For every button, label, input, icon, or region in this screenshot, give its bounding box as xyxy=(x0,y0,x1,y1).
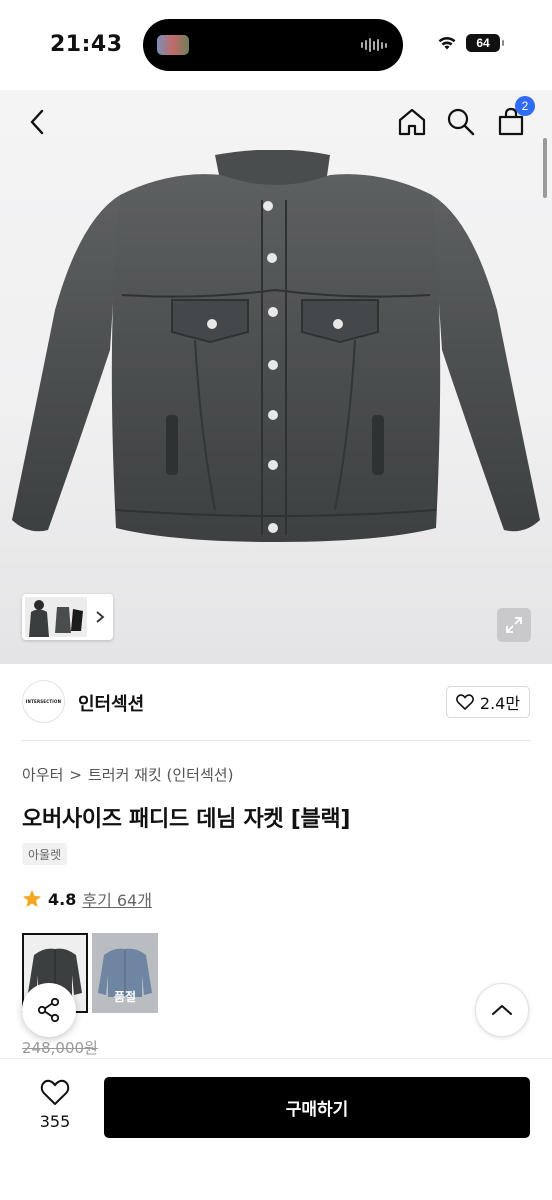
status-time: 21:43 xyxy=(50,32,123,57)
wifi-icon xyxy=(438,37,456,50)
chevron-up-icon xyxy=(492,1005,512,1015)
home-button[interactable] xyxy=(392,102,432,142)
brand-like-button[interactable]: 2.4만 xyxy=(446,686,530,718)
product-title: 오버사이즈 패디드 데님 자켓 [블랙] xyxy=(22,807,351,832)
status-bar: 21:43 64 xyxy=(0,0,552,90)
brand-name[interactable]: 인터섹션 xyxy=(78,690,144,716)
product-image xyxy=(12,150,540,542)
brand-logo[interactable]: INTERSECTION xyxy=(22,680,65,723)
rating-row: 4.8 후기 64개 xyxy=(22,887,152,911)
breadcrumb-subcategory[interactable]: 트러커 재킷 (인터섹션) xyxy=(88,764,233,785)
brand-like-count: 2.4만 xyxy=(479,694,521,713)
divider xyxy=(22,740,530,741)
dynamic-island[interactable] xyxy=(143,19,403,71)
bottom-action-bar: 355 구매하기 xyxy=(0,1058,552,1200)
thumbnail-image xyxy=(25,597,87,637)
wishlist-button[interactable]: 355 xyxy=(22,1079,88,1131)
breadcrumb-category[interactable]: 아우터 xyxy=(22,764,63,785)
original-price: 248,000원 xyxy=(22,1039,98,1057)
search-icon xyxy=(447,108,475,136)
expand-icon xyxy=(506,617,522,633)
heart-icon xyxy=(40,1079,70,1105)
scroll-to-top-button[interactable] xyxy=(475,983,529,1037)
search-button[interactable] xyxy=(441,102,481,142)
breadcrumb: 아우터 > 트러커 재킷 (인터섹션) xyxy=(22,764,233,785)
star-icon xyxy=(23,890,41,907)
home-icon xyxy=(398,108,426,136)
wishlist-count: 355 xyxy=(39,1112,71,1131)
cart-button[interactable]: 2 xyxy=(491,96,535,142)
outlet-tag: 아울렛 xyxy=(22,843,68,865)
image-thumbnail-strip[interactable] xyxy=(22,594,113,640)
chevron-right-icon xyxy=(96,611,105,623)
scroll-indicator xyxy=(543,138,547,198)
battery-indicator: 64 xyxy=(466,34,504,52)
back-button[interactable] xyxy=(18,102,58,142)
top-navigation: 2 xyxy=(0,90,552,160)
breadcrumb-separator: > xyxy=(69,765,82,784)
brand-row[interactable]: INTERSECTION 인터섹션 2.4만 xyxy=(22,678,530,726)
heart-icon xyxy=(455,694,474,710)
status-indicators: 64 xyxy=(436,34,504,52)
expand-image-button[interactable] xyxy=(497,608,531,642)
share-button[interactable] xyxy=(22,983,76,1037)
cart-count-badge: 2 xyxy=(515,96,535,116)
product-image-gallery[interactable]: 2 xyxy=(0,90,552,664)
review-link[interactable]: 후기 64개 xyxy=(82,887,152,911)
audio-wave-icon xyxy=(361,37,387,53)
color-option-blue[interactable]: 품절 xyxy=(92,933,158,1013)
share-icon xyxy=(37,997,60,1023)
rating-score: 4.8 xyxy=(48,889,77,909)
back-arrow-icon xyxy=(30,109,44,135)
buy-button[interactable]: 구매하기 xyxy=(104,1077,530,1138)
now-playing-thumbnail xyxy=(157,35,189,55)
soldout-label: 품절 xyxy=(113,990,137,1004)
